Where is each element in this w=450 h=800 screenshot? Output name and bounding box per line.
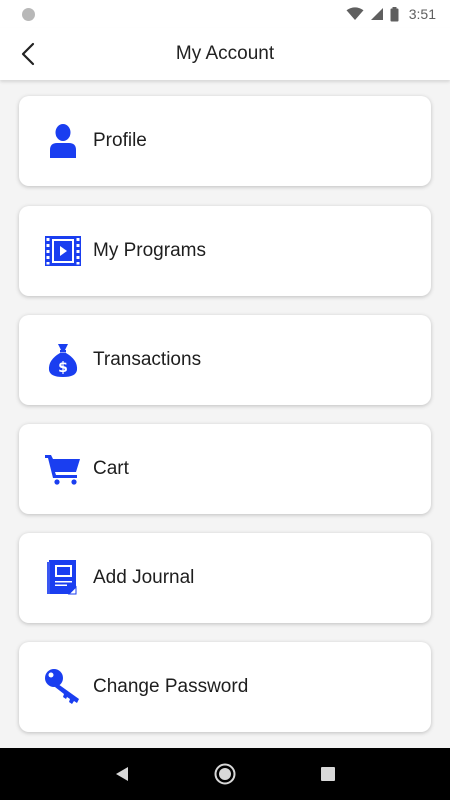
- menu-item-add-journal[interactable]: Add Journal: [19, 533, 431, 623]
- menu-item-cart[interactable]: Cart: [19, 424, 431, 514]
- menu-item-label: Transactions: [93, 349, 202, 370]
- wifi-icon: [346, 7, 364, 20]
- nav-back-button[interactable]: [102, 754, 142, 794]
- key-icon: [43, 667, 83, 707]
- status-bar: 3:51: [0, 0, 450, 28]
- system-nav-bar: [0, 748, 450, 800]
- chevron-left-icon: [21, 42, 35, 66]
- menu-item-label: Cart: [93, 458, 129, 479]
- person-icon: [43, 121, 83, 161]
- nav-home-button[interactable]: [205, 754, 245, 794]
- status-time: 3:51: [408, 6, 436, 22]
- menu-item-label: My Programs: [93, 240, 206, 261]
- menu-item-label: Add Journal: [93, 567, 195, 588]
- notification-dot-icon: [22, 7, 35, 21]
- menu-item-my-programs[interactable]: My Programs: [19, 206, 431, 296]
- home-circle-icon: [214, 763, 236, 785]
- page-title: My Account: [175, 43, 275, 64]
- status-icons: 3:51: [346, 6, 436, 22]
- menu-item-transactions[interactable]: $ Transactions: [19, 315, 431, 405]
- menu-item-change-password[interactable]: Change Password: [19, 642, 431, 732]
- account-menu: Profile My Programs $ Transactions Cart …: [0, 80, 450, 748]
- svg-text:$: $: [58, 360, 68, 376]
- menu-item-label: Profile: [93, 130, 147, 151]
- recents-square-icon: [321, 767, 336, 781]
- menu-item-label: Change Password: [93, 676, 249, 697]
- battery-icon: [390, 6, 399, 21]
- menu-item-profile[interactable]: Profile: [19, 96, 431, 186]
- app-bar: My Account: [0, 28, 450, 80]
- signal-icon: [370, 8, 383, 20]
- nav-recents-button[interactable]: [308, 754, 348, 794]
- journal-icon: [43, 558, 83, 598]
- video-film-icon: [43, 231, 83, 271]
- back-triangle-icon: [115, 767, 128, 781]
- back-button[interactable]: [10, 36, 46, 72]
- cart-icon: [43, 449, 83, 489]
- money-bag-icon: $: [43, 340, 83, 380]
